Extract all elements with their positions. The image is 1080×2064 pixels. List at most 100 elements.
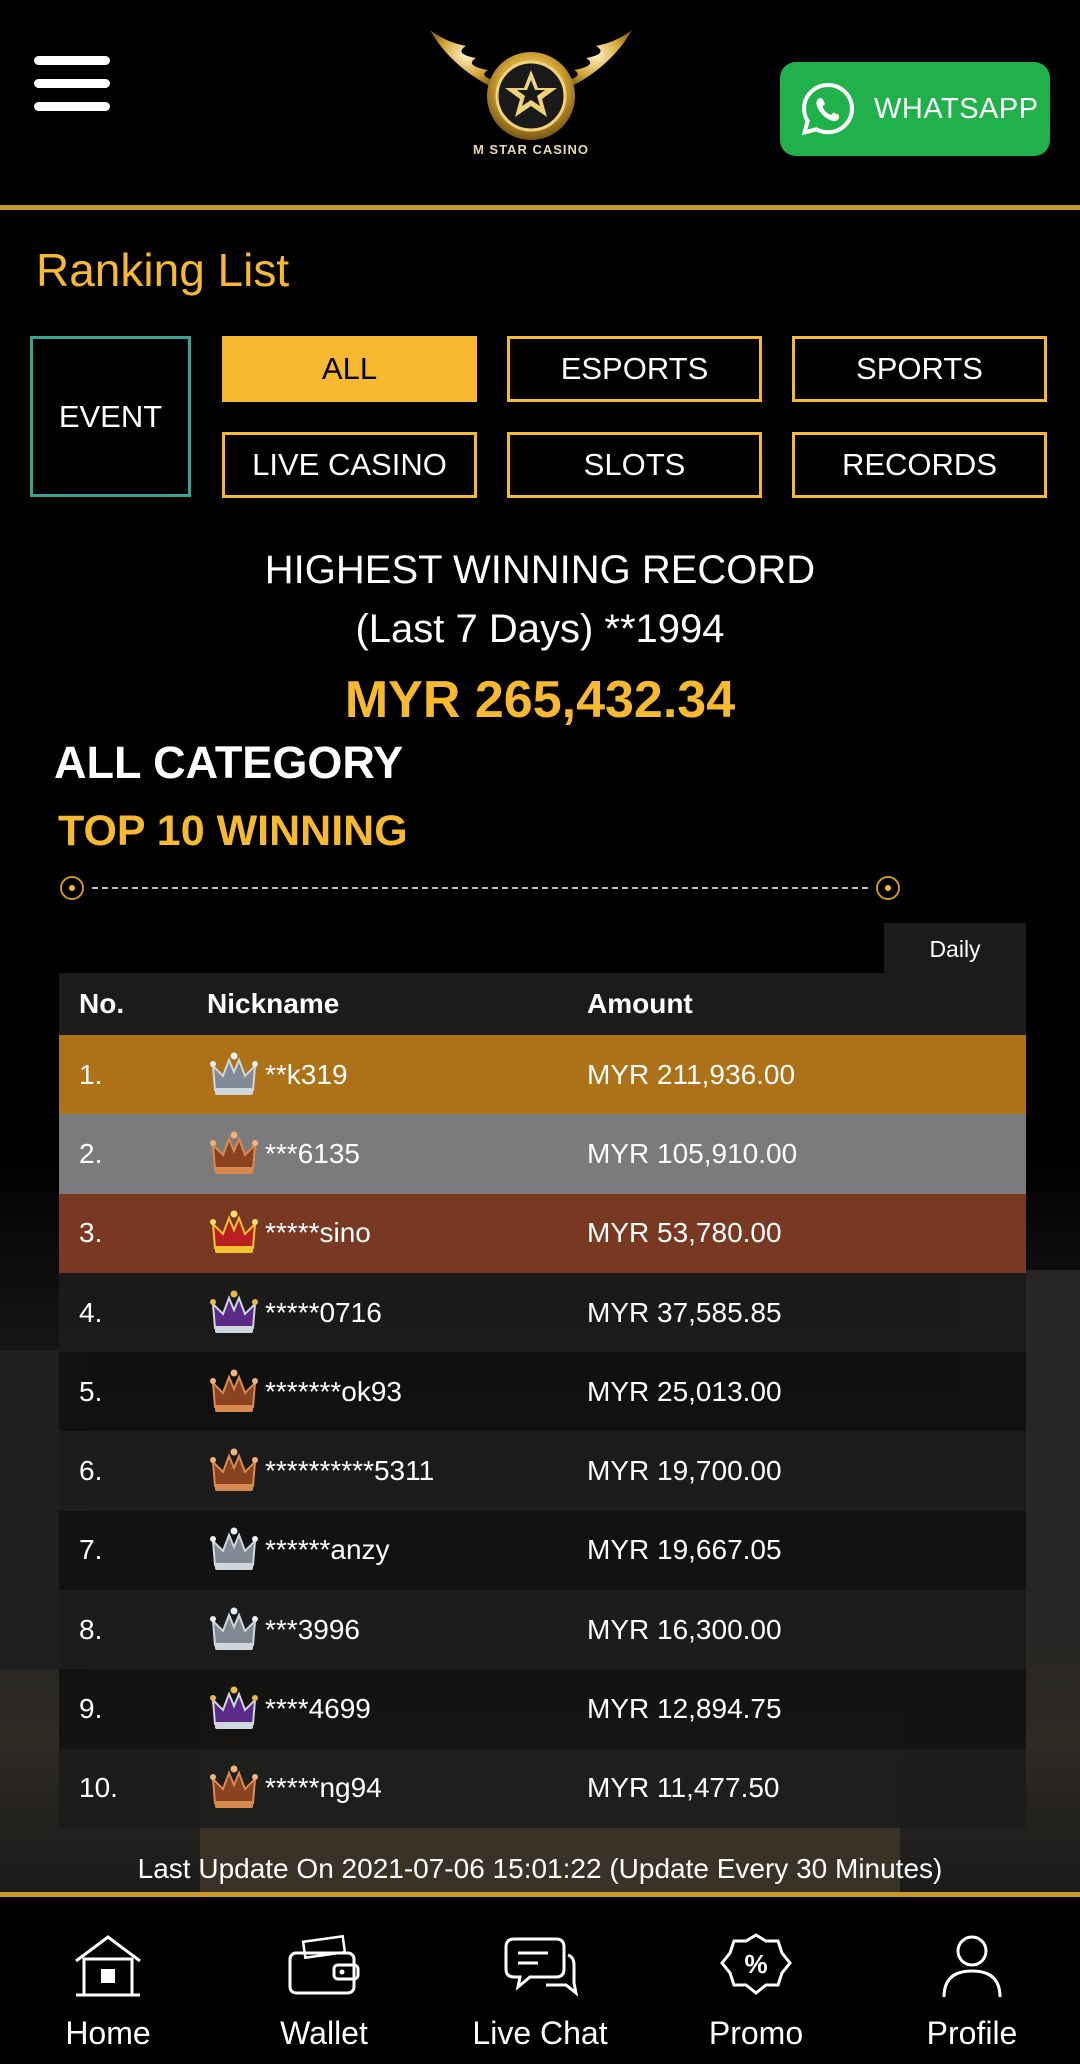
bottom-navigation: Home Wallet Live Chat % Promo Profile — [0, 1892, 1080, 2064]
nickname-text: ***6135 — [265, 1137, 360, 1169]
bronze-crown-icon — [210, 1369, 258, 1412]
nickname-cell: ****4699 — [203, 1682, 587, 1736]
nav-wallet[interactable]: Wallet — [216, 1897, 432, 2064]
tab-esports[interactable]: ESPORTS — [507, 336, 762, 402]
nickname-text: *****ng94 — [265, 1772, 382, 1804]
header-no: No. — [79, 988, 125, 1019]
nickname-cell: **********5311 — [203, 1444, 587, 1498]
ranking-table: No. Nickname Amount 1. **k319 MYR 211,936… — [59, 973, 1026, 1828]
nav-live-chat[interactable]: Live Chat — [432, 1897, 648, 2064]
tab-live-casino[interactable]: LIVE CASINO — [222, 432, 477, 498]
highest-record-amount: MYR 265,432.34 — [344, 671, 736, 729]
nav-profile-label: Profile — [926, 2015, 1018, 2051]
header-amount: Amount — [587, 988, 693, 1019]
nickname-cell: *****0716 — [203, 1286, 587, 1340]
amount-cell: MYR 19,667.05 — [587, 1534, 782, 1566]
divider-dot-left — [60, 876, 84, 900]
nickname-text: ****4699 — [265, 1693, 371, 1725]
rank-number: 1. — [79, 1058, 103, 1090]
highest-record-heading: HIGHEST WINNING RECORD — [264, 548, 816, 592]
purple-crown-icon — [210, 1290, 258, 1333]
rank-number: 4. — [79, 1296, 103, 1328]
top-ten-subtitle: TOP 10 WINNING — [58, 807, 408, 855]
nickname-text: *****0716 — [265, 1296, 382, 1328]
rank-number: 9. — [79, 1693, 103, 1725]
highest-record-period: (Last 7 Days) **1994 — [355, 607, 725, 651]
rank-number: 3. — [79, 1217, 103, 1249]
table-row: 2. ***6135 MYR 105,910.00 — [59, 1114, 1026, 1194]
nav-promo-label: Promo — [708, 2015, 804, 2051]
silver-crown-icon — [210, 1607, 258, 1650]
rank-number: 7. — [79, 1534, 103, 1566]
top-header: M STAR CASINO WHATSAPP — [0, 0, 1080, 210]
gold-crown-icon — [210, 1210, 258, 1254]
nav-home-label: Home — [65, 2015, 151, 2051]
wallet-icon — [288, 1934, 360, 1995]
nickname-cell: **k319 — [203, 1048, 587, 1102]
profile-icon — [942, 1935, 1002, 1998]
hamburger-menu-icon[interactable] — [34, 56, 110, 112]
table-row: 6. **********5311 MYR 19,700.00 — [59, 1431, 1026, 1511]
nickname-cell: ***3996 — [203, 1603, 587, 1657]
tab-all[interactable]: ALL — [222, 336, 477, 402]
purple-crown-icon — [210, 1686, 258, 1730]
promo-icon: % — [720, 1933, 792, 1995]
home-icon — [75, 1935, 141, 1997]
table-row: 9. ****4699 MYR 12,894.75 — [59, 1669, 1026, 1749]
tab-records[interactable]: RECORDS — [792, 432, 1047, 498]
table-row: 4. *****0716 MYR 37,585.85 — [59, 1272, 1026, 1353]
svg-text:%: % — [744, 1949, 767, 1979]
nickname-text: ***3996 — [265, 1613, 360, 1645]
nickname-text: ******anzy — [265, 1534, 390, 1566]
nickname-cell: ***6135 — [203, 1127, 587, 1181]
amount-cell: MYR 19,700.00 — [587, 1455, 782, 1487]
event-button[interactable]: EVENT — [30, 336, 191, 497]
rank-number: 10. — [79, 1772, 118, 1804]
silver-crown-icon — [210, 1527, 258, 1571]
rank-number: 5. — [79, 1375, 103, 1407]
nickname-cell: *****ng94 — [203, 1761, 587, 1815]
whatsapp-icon — [801, 82, 855, 136]
daily-period-tab[interactable]: Daily — [884, 923, 1026, 975]
nav-home[interactable]: Home — [0, 1897, 216, 2064]
divider-dot-right — [876, 876, 900, 900]
table-row: 8. ***3996 MYR 16,300.00 — [59, 1590, 1026, 1670]
nickname-text: **k319 — [265, 1058, 348, 1090]
table-header: No. Nickname Amount — [59, 973, 1026, 1035]
nickname-text: *******ok93 — [265, 1375, 402, 1407]
amount-cell: MYR 12,894.75 — [587, 1693, 782, 1725]
amount-cell: MYR 11,477.50 — [587, 1772, 780, 1804]
tab-slots[interactable]: SLOTS — [507, 432, 762, 498]
ranking-list-title: Ranking List — [36, 244, 290, 296]
bronze-crown-icon — [210, 1131, 258, 1174]
amount-cell: MYR 25,013.00 — [587, 1375, 782, 1407]
nav-live-chat-label: Live Chat — [472, 2015, 608, 2051]
category-title: ALL CATEGORY — [54, 737, 404, 788]
casino-logo[interactable]: M STAR CASINO — [418, 22, 644, 162]
table-row: 5. *******ok93 MYR 25,013.00 — [59, 1352, 1026, 1432]
nickname-text: **********5311 — [265, 1455, 435, 1487]
whatsapp-button[interactable]: WHATSAPP — [780, 62, 1050, 156]
table-row: 7. ******anzy MYR 19,667.05 — [59, 1510, 1026, 1591]
logo-text: M STAR CASINO — [472, 142, 590, 157]
nickname-cell: *****sino — [203, 1206, 587, 1260]
bronze-crown-icon — [210, 1765, 258, 1809]
nickname-cell: *******ok93 — [203, 1365, 587, 1419]
amount-cell: MYR 16,300.00 — [587, 1613, 782, 1645]
amount-cell: MYR 53,780.00 — [587, 1217, 782, 1249]
chat-icon — [504, 1937, 579, 1997]
table-row: 3. *****sino MYR 53,780.00 — [59, 1193, 1026, 1273]
rank-number: 2. — [79, 1137, 103, 1169]
tab-sports[interactable]: SPORTS — [792, 336, 1047, 402]
rank-number: 8. — [79, 1613, 103, 1645]
amount-cell: MYR 105,910.00 — [587, 1137, 798, 1169]
nav-profile[interactable]: Profile — [864, 1897, 1080, 2064]
header-nickname: Nickname — [207, 988, 340, 1019]
silver-crown-icon — [210, 1052, 258, 1095]
amount-cell: MYR 37,585.85 — [587, 1296, 782, 1328]
last-update-text: Last Update On 2021-07-06 15:01:22 (Upda… — [137, 1853, 943, 1884]
table-row: 1. **k319 MYR 211,936.00 — [59, 1035, 1026, 1115]
nav-promo[interactable]: % Promo — [648, 1897, 864, 2064]
amount-cell: MYR 211,936.00 — [587, 1058, 796, 1090]
whatsapp-label: WHATSAPP — [874, 92, 1039, 125]
